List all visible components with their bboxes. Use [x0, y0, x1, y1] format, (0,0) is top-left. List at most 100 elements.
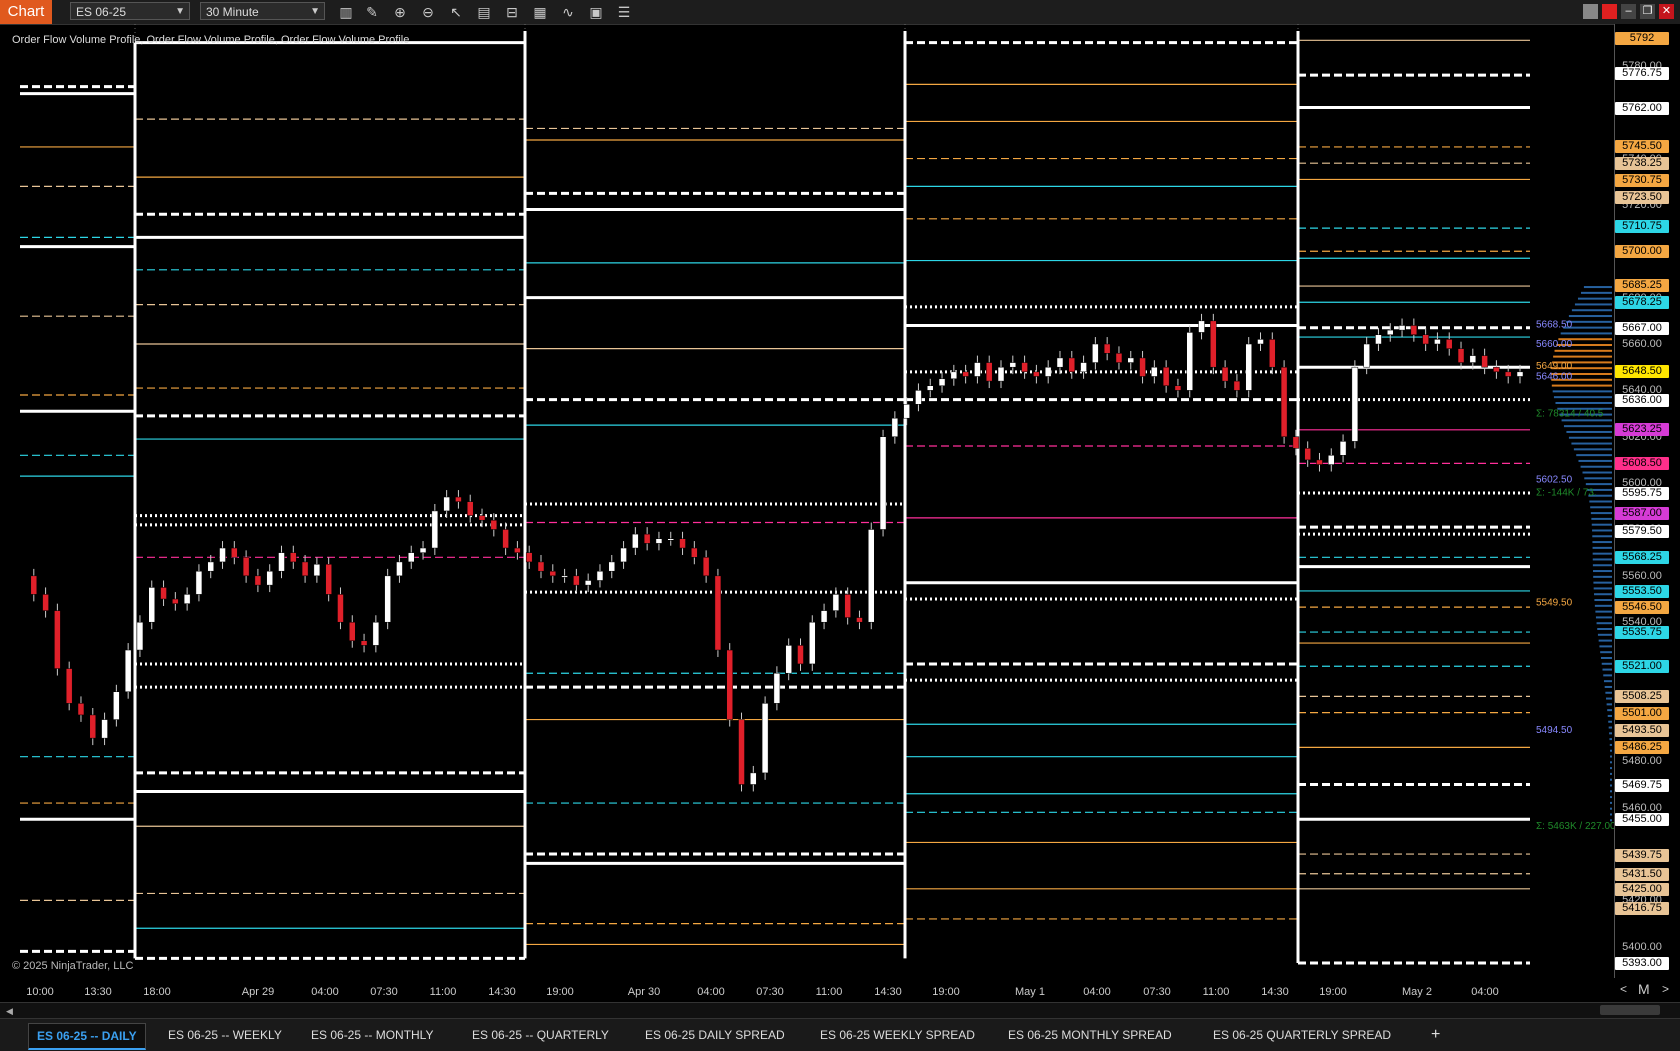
volume-profile-bar	[1609, 743, 1612, 746]
candle-body	[290, 552, 297, 563]
volume-profile-bar	[1593, 587, 1612, 590]
candle-body	[30, 575, 38, 595]
chart-tab[interactable]: ES 06-25 -- DAILY	[28, 1023, 146, 1050]
time-tick-label: Apr 30	[627, 986, 661, 998]
candle-body	[325, 564, 332, 595]
candle-body	[407, 552, 415, 563]
chart-tab[interactable]: ES 06-25 -- MONTHLY	[303, 1023, 441, 1047]
link-icon[interactable]	[1602, 4, 1617, 19]
volume-profile-bar	[1580, 291, 1612, 294]
candle-body	[915, 390, 922, 405]
candle-body	[738, 719, 745, 785]
pencil-draw-icon[interactable]: ✎	[362, 3, 382, 21]
price-level-marker: 5416.75	[1615, 901, 1669, 915]
price-chart-panel[interactable]: 5668.50 5660.00 5646.005649.00 Σ: 78314 / 4…	[0, 24, 1614, 978]
chart-tab[interactable]: ES 06-25 WEEKLY SPREAD	[812, 1023, 983, 1047]
candle-body	[844, 594, 851, 618]
candle-body	[266, 570, 273, 586]
scroll-forward-button[interactable]: >	[1662, 982, 1669, 996]
volume-profile-bar	[1610, 801, 1612, 804]
chart-tab[interactable]: ES 06-25 -- WEEKLY	[160, 1023, 290, 1047]
candle-body	[1174, 385, 1182, 391]
candle-body	[1410, 325, 1418, 335]
price-level-marker: 5667.00	[1615, 321, 1669, 335]
price-level-marker: 5745.50	[1615, 139, 1669, 153]
candle-body	[1151, 366, 1158, 377]
candle-body	[632, 533, 639, 549]
volume-profile-label: 5646.00	[1536, 371, 1573, 382]
volume-profile-label: 5494.50	[1536, 725, 1573, 736]
candle-body	[974, 362, 981, 377]
indicator-label: Order Flow Volume Profile, Order Flow Vo…	[12, 34, 410, 46]
volume-profile-label: 5549.50	[1536, 598, 1573, 609]
candle-body	[714, 575, 722, 651]
candle-body	[797, 645, 804, 665]
candle-body	[608, 561, 616, 572]
volume-profile-label: 5602.50	[1536, 475, 1573, 486]
volume-profile-bar	[1610, 813, 1612, 816]
candle-body	[1304, 448, 1311, 461]
strategy-icon[interactable]: ∿	[558, 3, 578, 21]
indicators-icon[interactable]: ▣	[586, 3, 606, 21]
price-level-marker: 5710.75	[1615, 220, 1669, 234]
candle-body	[1198, 320, 1205, 333]
candle-body	[478, 515, 486, 521]
cursor-icon[interactable]: ↖	[446, 3, 466, 21]
volume-profile-bar	[1595, 616, 1612, 619]
candle-body	[1422, 334, 1429, 345]
candle-body	[549, 570, 557, 577]
horizontal-scrollbar[interactable]: ◀	[0, 1002, 1680, 1019]
data-box-icon[interactable]: ▤	[474, 3, 494, 21]
zoom-out-icon[interactable]: ⊖	[418, 3, 438, 21]
scroll-back-button[interactable]: <	[1620, 982, 1627, 996]
candle-body	[219, 547, 226, 563]
price-level-marker: 5792	[1615, 32, 1669, 45]
chevron-down-icon: ▼	[175, 6, 185, 17]
candle-body	[1233, 380, 1241, 391]
minimize-icon[interactable]: –	[1621, 4, 1636, 19]
object-list-icon[interactable]: ☰	[614, 3, 634, 21]
candle-body	[490, 519, 498, 530]
price-level-marker: 5439.75	[1615, 848, 1669, 862]
instrument-selector[interactable]: ES 06-25 ▼	[70, 2, 190, 20]
candle-body	[419, 547, 427, 553]
volume-profile-bar	[1604, 685, 1612, 688]
price-level-marker: 5730.75	[1615, 173, 1669, 187]
volume-profile-bar	[1610, 772, 1612, 775]
volume-profile-bar	[1590, 512, 1612, 515]
bar-mode-button[interactable]: M	[1638, 981, 1650, 997]
chart-tab[interactable]: ES 06-25 DAILY SPREAD	[637, 1023, 793, 1047]
color-icon[interactable]	[1583, 4, 1598, 19]
chart-tab[interactable]: ES 06-25 MONTHLY SPREAD	[1000, 1023, 1180, 1047]
candle-body	[785, 645, 792, 674]
volume-profile-bar	[1610, 755, 1612, 758]
restore-icon[interactable]: ❐	[1640, 4, 1655, 19]
bar-type-icon[interactable]: ▥	[336, 3, 356, 21]
time-axis[interactable]: 10:00 13:30 18:00 Apr 29 04:00 07:30 11:00 14:3…	[0, 978, 1614, 998]
properties-icon[interactable]: ⊟	[502, 3, 522, 21]
candle-body	[231, 547, 238, 558]
candle-body	[903, 404, 910, 419]
price-level-marker: 5508.25	[1615, 689, 1669, 703]
chart-tab-bar: ES 06-25 -- DAILY ES 06-25 -- WEEKLY ES 06…	[0, 1018, 1680, 1051]
candle-body	[643, 533, 651, 544]
scrollbar-thumb[interactable]	[1600, 1005, 1660, 1015]
chart-tab[interactable]: ES 06-25 QUARTERLY SPREAD	[1205, 1023, 1399, 1047]
add-tab-button[interactable]: +	[1423, 1023, 1448, 1047]
zoom-in-icon[interactable]: ⊕	[390, 3, 410, 21]
chart-title: Chart	[0, 0, 52, 24]
candle-body	[242, 557, 250, 577]
time-tick-label: 14:30	[874, 986, 902, 998]
candle-body	[148, 587, 155, 623]
interval-selector[interactable]: 30 Minute ▼	[200, 2, 325, 20]
price-tick-label: 5660.00	[1622, 338, 1662, 350]
candle-body	[101, 719, 108, 739]
close-icon[interactable]: ✕	[1659, 4, 1674, 19]
chart-tab[interactable]: ES 06-25 -- QUARTERLY	[464, 1023, 617, 1047]
candle-body	[938, 378, 946, 386]
volume-profile-bar	[1602, 668, 1612, 671]
volume-profile-bar	[1603, 680, 1612, 683]
price-axis[interactable]: 5400.005420.005440.005460.005480.005500.…	[1614, 24, 1680, 978]
template-icon[interactable]: ▦	[530, 3, 550, 21]
scroll-left-icon[interactable]: ◀	[6, 1006, 13, 1017]
